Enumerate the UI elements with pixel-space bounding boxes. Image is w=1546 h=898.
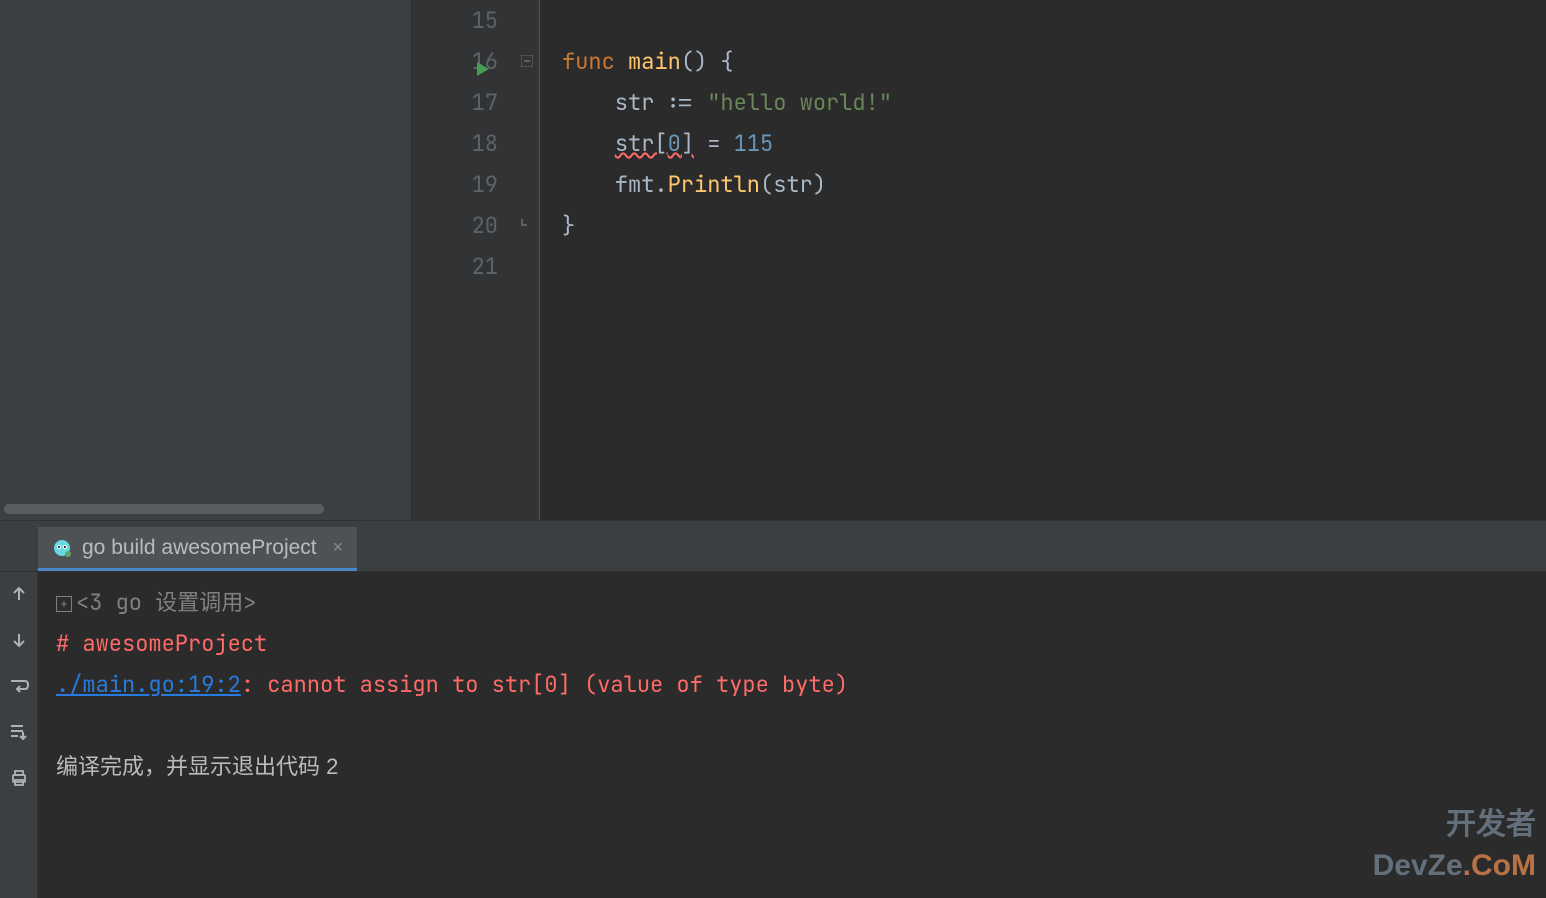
code-line[interactable]: fmt.Println(str) bbox=[562, 164, 1546, 205]
console-output[interactable]: +<3 go 设置调用> # awesomeProject ./main.go:… bbox=[38, 572, 1546, 898]
main-area: 15161718192021 func main() { str := "hel… bbox=[0, 0, 1546, 520]
error-file-link[interactable]: ./main.go:19:2 bbox=[56, 670, 241, 699]
code-line[interactable] bbox=[562, 0, 1546, 41]
code-line[interactable] bbox=[562, 246, 1546, 287]
console-blank bbox=[56, 705, 1528, 746]
line-number[interactable]: 21 bbox=[412, 246, 498, 287]
console-build-header: # awesomeProject bbox=[56, 623, 1528, 664]
fold-end-icon bbox=[520, 219, 534, 233]
console-error-line: ./main.go:19:2: cannot assign to str[0] … bbox=[56, 664, 1528, 705]
line-number[interactable]: 18 bbox=[412, 123, 498, 164]
horizontal-scrollbar[interactable] bbox=[4, 504, 324, 514]
close-icon[interactable]: × bbox=[333, 537, 344, 558]
console-settings-line: +<3 go 设置调用> bbox=[56, 582, 1528, 623]
watermark: 开发者 DevZe.CoM bbox=[1373, 804, 1536, 888]
print-icon[interactable] bbox=[7, 766, 31, 790]
scroll-to-end-icon[interactable] bbox=[7, 720, 31, 744]
line-number[interactable]: 19 bbox=[412, 164, 498, 205]
line-number[interactable]: 20 bbox=[412, 205, 498, 246]
code-line[interactable]: str := "hello world!" bbox=[562, 82, 1546, 123]
project-sidebar[interactable] bbox=[0, 0, 412, 520]
line-number[interactable]: 15 bbox=[412, 0, 498, 41]
fold-minus-icon[interactable] bbox=[520, 55, 534, 69]
run-tab-bar: go build awesomeProject × bbox=[0, 520, 1546, 572]
code-line[interactable]: } bbox=[562, 205, 1546, 246]
run-tab-label: go build awesomeProject bbox=[82, 536, 317, 560]
code-area[interactable]: func main() { str := "hello world!" str[… bbox=[540, 0, 1546, 520]
gopher-icon bbox=[52, 538, 72, 558]
console-toolbar bbox=[0, 572, 38, 898]
code-line[interactable]: func main() { bbox=[562, 41, 1546, 82]
console-exit-line: 编译完成，并显示退出代码 2 bbox=[56, 746, 1528, 787]
line-number[interactable]: 17 bbox=[412, 82, 498, 123]
line-number-gutter: 15161718192021 bbox=[412, 0, 518, 520]
console-panel: +<3 go 设置调用> # awesomeProject ./main.go:… bbox=[0, 572, 1546, 898]
soft-wrap-icon[interactable] bbox=[7, 674, 31, 698]
down-arrow-icon[interactable] bbox=[7, 628, 31, 652]
expand-icon[interactable]: + bbox=[56, 596, 72, 612]
fold-column[interactable] bbox=[518, 0, 540, 520]
code-editor[interactable]: 15161718192021 func main() { str := "hel… bbox=[412, 0, 1546, 520]
run-config-tab[interactable]: go build awesomeProject × bbox=[38, 527, 357, 571]
code-line[interactable]: str[0] = 115 bbox=[562, 123, 1546, 164]
up-arrow-icon[interactable] bbox=[7, 582, 31, 606]
